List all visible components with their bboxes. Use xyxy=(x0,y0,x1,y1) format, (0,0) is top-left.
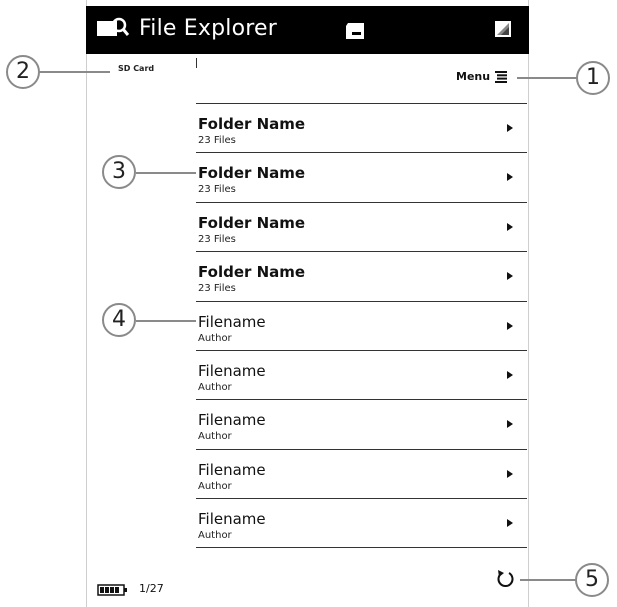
chevron-right-icon xyxy=(507,173,513,182)
chevron-right-icon xyxy=(507,124,513,132)
file-author: Author xyxy=(198,332,232,344)
list-item-folder[interactable]: Folder Name 23 Files xyxy=(196,152,527,201)
file-author: Author xyxy=(198,530,232,542)
chevron-right-icon xyxy=(507,321,513,330)
sd-card-icon[interactable] xyxy=(346,23,366,39)
file-name: Filename xyxy=(198,411,266,430)
file-author: Author xyxy=(198,381,232,393)
folder-name: Folder Name xyxy=(198,164,306,183)
folder-name: Folder Name xyxy=(198,213,306,232)
battery-icon xyxy=(97,584,127,596)
callout-leader xyxy=(517,77,577,79)
file-count: 23 Files xyxy=(198,283,236,295)
list-item-file[interactable]: Filename Author xyxy=(196,300,527,350)
file-count: 23 Files xyxy=(198,135,236,146)
page-indicator: 1/27 xyxy=(139,582,164,595)
list-item-file[interactable]: Filename Author xyxy=(196,349,527,399)
chevron-right-icon xyxy=(507,420,513,429)
file-count: 23 Files xyxy=(198,184,236,196)
callout-leader xyxy=(136,320,196,322)
menu-lines-icon xyxy=(495,70,508,83)
storage-label[interactable]: SD Card xyxy=(118,64,154,73)
callout-leader xyxy=(38,71,110,73)
file-count: 23 Files xyxy=(198,233,236,245)
chevron-right-icon xyxy=(507,222,513,231)
callout-leader xyxy=(520,579,576,581)
divider xyxy=(196,58,197,68)
chevron-right-icon xyxy=(507,519,513,528)
app-title: File Explorer xyxy=(139,16,278,41)
menu-label: Menu xyxy=(456,70,491,83)
title-bar: File Explorer xyxy=(86,6,529,54)
file-author: Author xyxy=(198,480,232,492)
file-name: Filename xyxy=(198,510,266,529)
file-name: Filename xyxy=(198,312,266,331)
folder-name: Folder Name xyxy=(198,115,306,133)
file-list: Folder Name 23 Files Folder Name 23 File… xyxy=(196,103,527,548)
file-name: Filename xyxy=(198,361,266,380)
chevron-right-icon xyxy=(507,469,513,478)
file-explorer-icon xyxy=(97,17,130,36)
file-author: Author xyxy=(198,431,232,443)
list-item-file[interactable]: Filename Author xyxy=(196,498,527,548)
file-name: Filename xyxy=(198,460,266,479)
callout-2: 2 xyxy=(6,55,40,89)
menu-button[interactable]: Menu xyxy=(456,70,508,83)
list-item-file[interactable]: Filename Author xyxy=(196,448,527,498)
folder-name: Folder Name xyxy=(198,263,306,282)
refresh-icon[interactable] xyxy=(494,568,516,590)
chevron-right-icon xyxy=(507,272,513,281)
image-icon[interactable] xyxy=(494,20,512,38)
callout-4: 4 xyxy=(102,303,136,337)
list-item-file[interactable]: Filename Author xyxy=(196,399,527,448)
chevron-right-icon xyxy=(507,370,513,379)
list-item-folder[interactable]: Folder Name 23 Files xyxy=(196,103,527,152)
callout-3: 3 xyxy=(102,155,136,189)
list-item-folder[interactable]: Folder Name 23 Files xyxy=(196,201,527,251)
callout-leader xyxy=(136,172,196,174)
callout-5: 5 xyxy=(575,563,609,597)
callout-1: 1 xyxy=(576,61,610,95)
list-item-folder[interactable]: Folder Name 23 Files xyxy=(196,251,527,300)
